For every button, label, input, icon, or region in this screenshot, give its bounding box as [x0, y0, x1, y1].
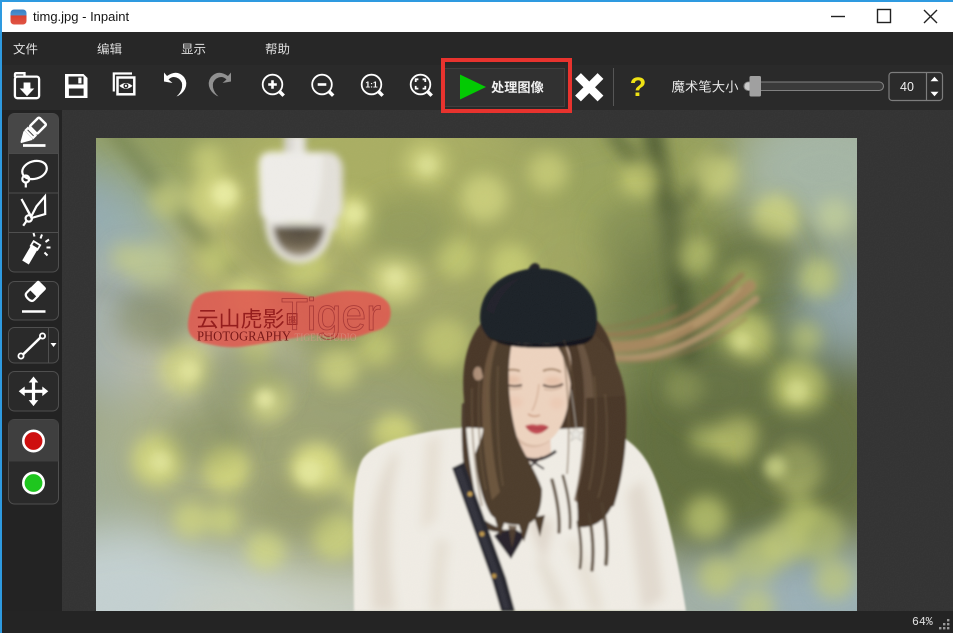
svg-text:?: ?: [630, 72, 647, 102]
svg-text:PHOTOGRAPHY: PHOTOGRAPHY: [197, 329, 291, 344]
svg-text:TIGERSTUDIO: TIGERSTUDIO: [295, 330, 357, 344]
svg-text:1:1: 1:1: [365, 80, 378, 90]
svg-text:40: 40: [900, 80, 914, 94]
